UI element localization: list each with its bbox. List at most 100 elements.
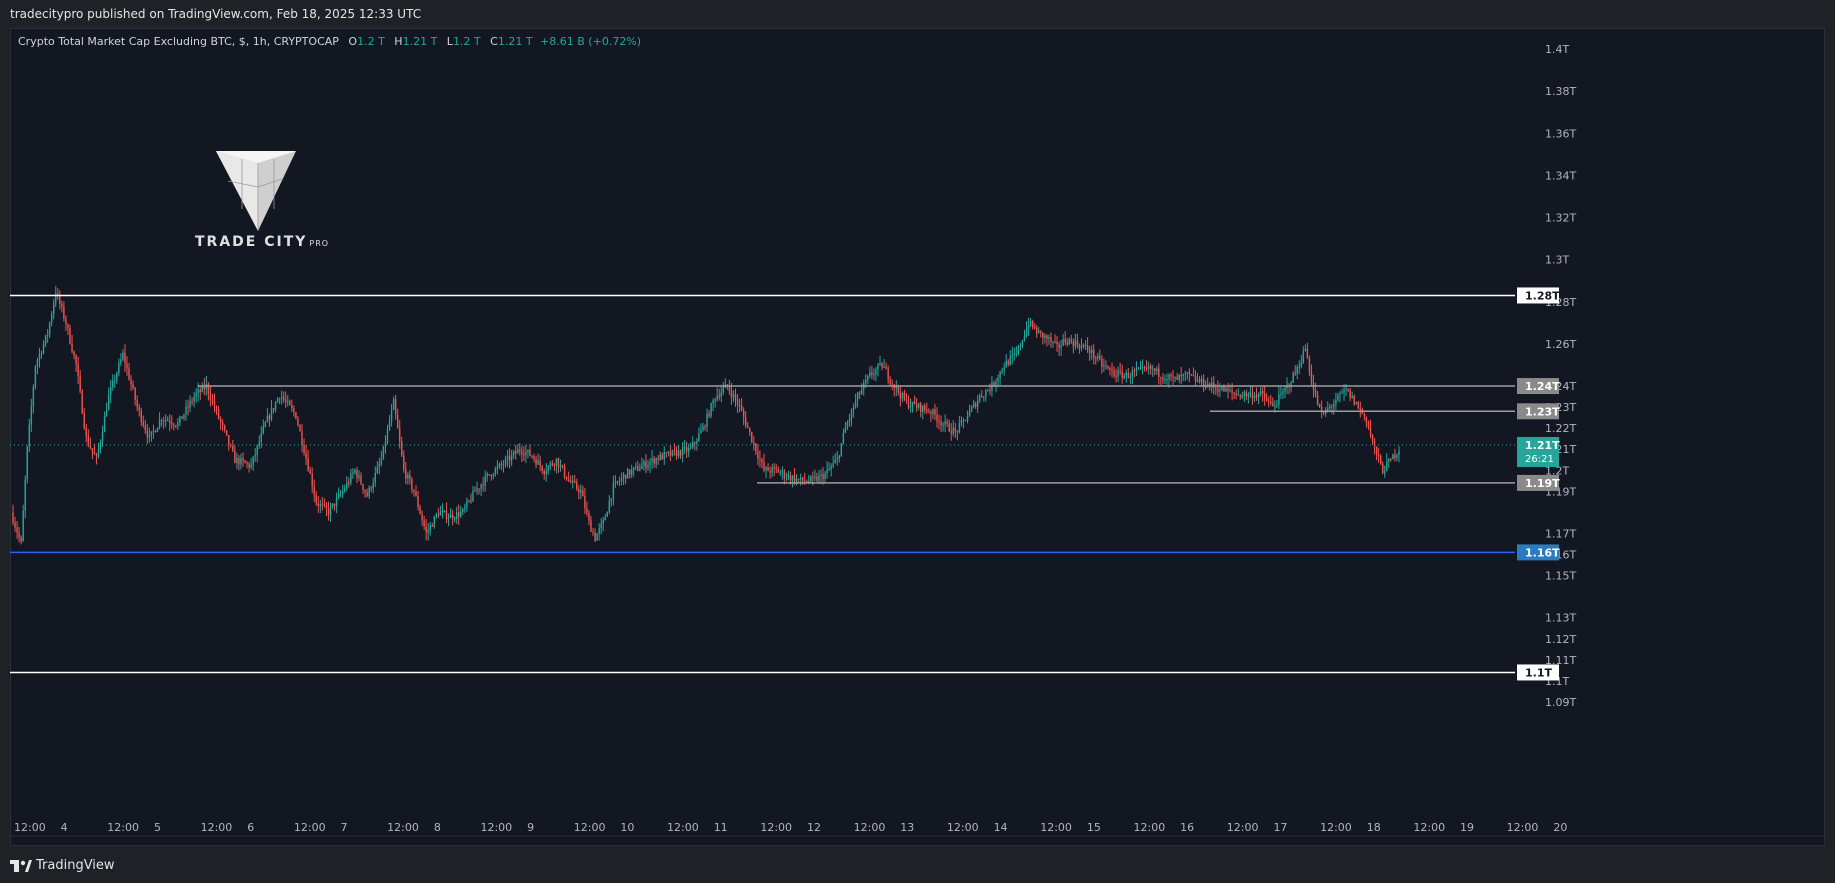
candle-body xyxy=(140,410,142,422)
footer-bar xyxy=(0,848,1835,883)
candle-body xyxy=(419,507,421,514)
candle-body xyxy=(1351,395,1353,398)
candle-body xyxy=(28,424,31,447)
candle-body xyxy=(455,512,458,519)
candle-body xyxy=(858,392,861,395)
candle-body xyxy=(993,382,995,386)
candle-body xyxy=(702,426,704,431)
candle-body xyxy=(592,531,594,533)
candle-body xyxy=(730,390,733,398)
candle-body xyxy=(1255,395,1258,398)
candle-body xyxy=(315,495,317,504)
candle-body xyxy=(91,448,94,452)
candle-body xyxy=(942,424,944,426)
candle-body xyxy=(1394,454,1396,459)
candle-body xyxy=(126,363,128,369)
candle-body xyxy=(124,352,126,364)
candle-body xyxy=(649,461,651,465)
candle-body xyxy=(14,522,16,528)
candle-body xyxy=(604,516,606,521)
candle-body xyxy=(671,450,674,456)
candle-body xyxy=(85,428,88,437)
candle-body xyxy=(1198,379,1201,383)
candle-body xyxy=(299,425,301,432)
x-tick-label: 12:00 xyxy=(854,821,886,834)
candle-body xyxy=(484,476,486,486)
candle-body xyxy=(256,445,258,455)
candle-body xyxy=(647,464,649,468)
candle-body xyxy=(368,487,370,497)
candle-body xyxy=(93,451,96,455)
candle-body xyxy=(567,479,570,481)
candle-body xyxy=(87,436,90,446)
candle-body xyxy=(120,359,122,364)
candle-body xyxy=(61,303,63,307)
candle-body xyxy=(584,496,586,509)
candle-body xyxy=(767,467,769,472)
candle-body xyxy=(352,472,354,474)
candle-body xyxy=(549,463,552,467)
candle-body xyxy=(867,375,869,381)
candle-body xyxy=(854,400,857,408)
candle-body xyxy=(421,513,423,521)
candle-body xyxy=(246,462,248,464)
candle-body xyxy=(1062,339,1064,346)
legend-high-label: H xyxy=(394,35,403,48)
candle-body xyxy=(1192,374,1195,376)
tradingview-brand[interactable]: TradingView xyxy=(10,858,115,873)
candle-body xyxy=(1215,387,1217,389)
candle-body xyxy=(1257,394,1260,398)
x-tick-label: 12:00 xyxy=(294,821,326,834)
candle-body xyxy=(46,334,49,336)
candle-body xyxy=(561,465,564,467)
candle-body xyxy=(1143,366,1146,368)
candle-body xyxy=(342,491,344,494)
candle-body xyxy=(396,414,399,429)
candle-body xyxy=(541,465,543,471)
candle-body xyxy=(761,459,763,463)
candle-body xyxy=(979,395,981,401)
candle-body xyxy=(869,372,871,376)
candle-body xyxy=(685,447,688,452)
candle-body xyxy=(1278,394,1280,405)
candle-body xyxy=(1219,390,1221,392)
candle-body xyxy=(734,394,737,400)
x-tick-label: 9 xyxy=(527,821,534,834)
candle-body xyxy=(468,500,470,502)
candle-body xyxy=(313,486,315,496)
candle-body xyxy=(291,405,293,409)
candle-body xyxy=(989,390,991,392)
candle-body xyxy=(930,411,932,414)
legend-title: Crypto Total Market Cap Excluding BTC, $… xyxy=(18,35,339,48)
candle-body xyxy=(834,460,836,464)
candle-body xyxy=(130,379,132,385)
y-tick-label: 1.17T xyxy=(1545,527,1576,540)
candle-body xyxy=(903,393,906,400)
candle-body xyxy=(232,445,234,451)
candle-body xyxy=(1353,395,1355,405)
candle-body xyxy=(407,474,409,479)
candle-body xyxy=(574,480,576,483)
candle-body xyxy=(169,420,171,424)
candle-body xyxy=(282,397,285,400)
candle-body xyxy=(240,458,242,465)
candle-body xyxy=(777,468,779,473)
candle-body xyxy=(718,395,720,397)
candle-body xyxy=(103,415,106,432)
candle-body xyxy=(590,520,592,532)
candle-body xyxy=(144,425,147,431)
candle-body xyxy=(716,395,718,400)
candle-body xyxy=(934,409,936,416)
candle-body xyxy=(248,463,250,468)
candle-body xyxy=(67,324,69,329)
legend-open: 1.2 T xyxy=(357,35,385,48)
candle-body xyxy=(1095,357,1097,359)
candle-body xyxy=(36,360,39,367)
candle-body xyxy=(565,476,568,480)
x-tick-label: 15 xyxy=(1087,821,1101,834)
candle-body xyxy=(333,503,336,506)
candle-body xyxy=(1099,356,1101,359)
candle-body xyxy=(928,411,930,413)
candle-body xyxy=(1388,458,1390,462)
candle-body xyxy=(217,409,220,419)
